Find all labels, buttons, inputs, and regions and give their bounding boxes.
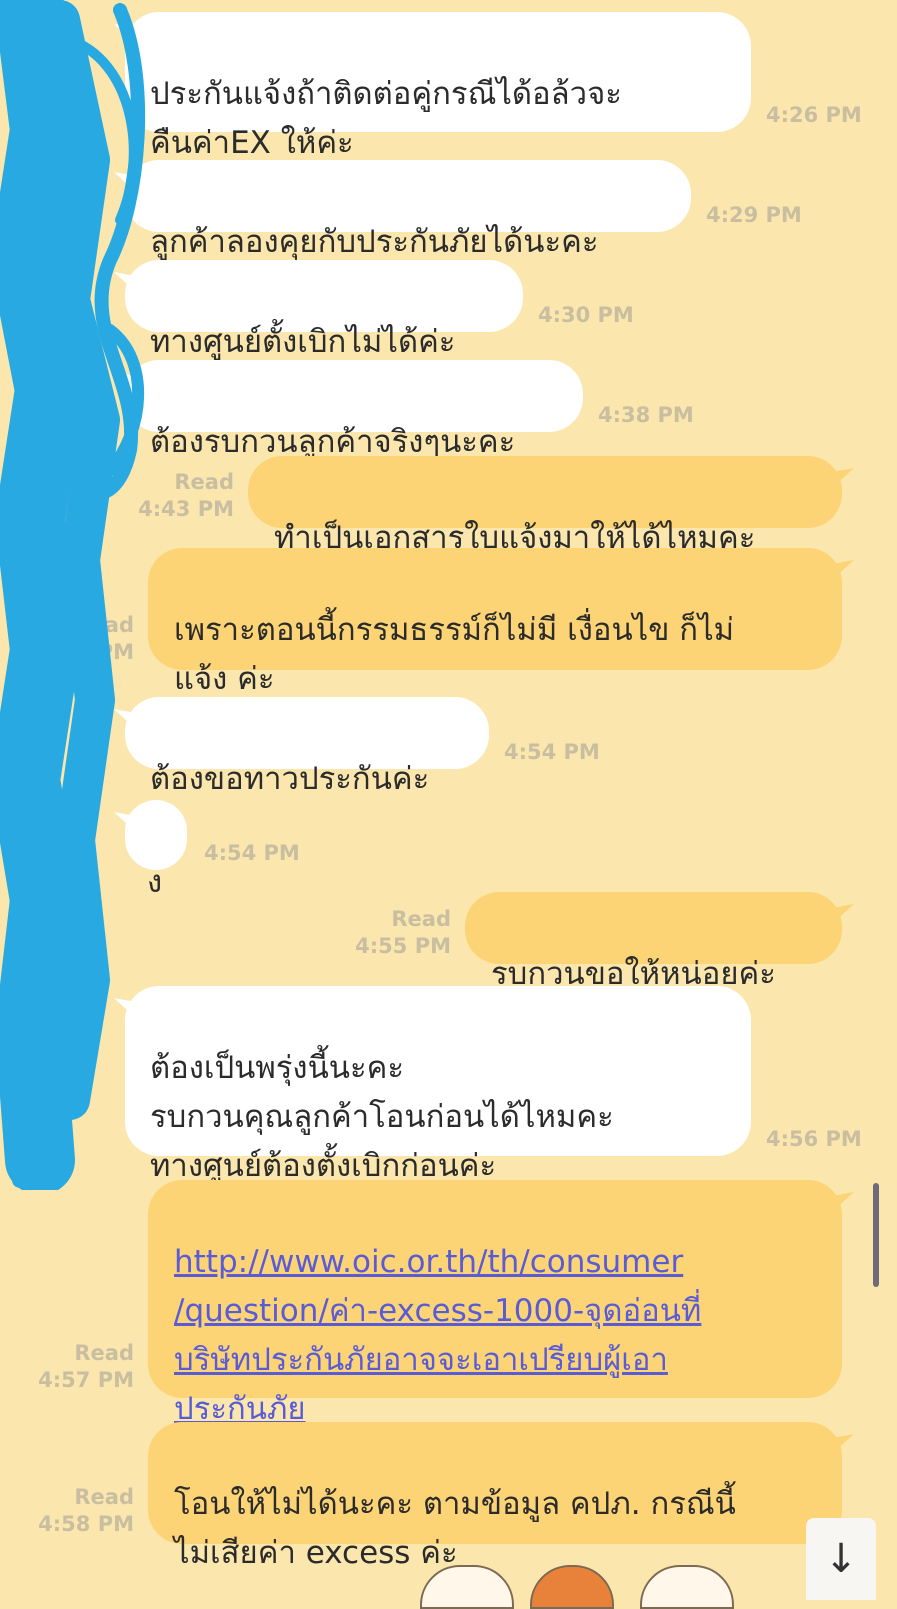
scrollbar[interactable] <box>873 1183 879 1287</box>
message-bubble-incoming[interactable]: ต้องเป็นพรุ่งนี้นะคะ รบกวนคุณลูกค้าโอนก่… <box>125 986 751 1184</box>
message-bubble-outgoing[interactable]: http://www.oic.or.th/th/consumer /questi… <box>148 1180 842 1427</box>
message-bubble-incoming[interactable]: ทางศูนย์ตั้งเบิกไม่ได้ค่ะ <box>125 260 523 360</box>
message-text: ต้องรบกวนลูกค้าจริงๆนะคะ <box>150 424 516 460</box>
message-timestamp: 4:55 PM <box>355 934 451 958</box>
read-receipt: Read 4:58 PM <box>30 1484 134 1538</box>
message-timestamp: 4:38 PM <box>598 403 694 427</box>
message-timestamp: 4:54 PM <box>204 841 300 865</box>
message-bubble-outgoing[interactable]: เพราะตอนนี้กรรมธรรม์ก็ไม่มี เงื่อนไข ก็ไ… <box>148 548 842 697</box>
message-bubble-incoming[interactable]: ลูกค้าลองคุยกับประกันภัยได้นะคะ <box>125 160 691 260</box>
message-text: เพราะตอนนี้กรรมธรรม์ก็ไม่มี เงื่อนไข ก็ไ… <box>174 612 735 697</box>
read-receipt: Read 4:57 PM <box>30 1340 134 1394</box>
message-text: ต้องเป็นพรุ่งนี้นะคะ รบกวนคุณลูกค้าโอนก่… <box>150 1050 614 1184</box>
read-receipt: Read 4:55 PM <box>340 906 451 960</box>
message-timestamp: 4:57 PM <box>38 1368 134 1392</box>
message-timestamp: 4:29 PM <box>706 203 802 227</box>
message-bubble-incoming[interactable]: ประกันแจ้งถ้าติดต่อคู่กรณีได้อล้วจะ คืนค… <box>125 12 751 161</box>
message-timestamp: 4:56 PM <box>766 1127 862 1151</box>
message-text: ประกันแจ้งถ้าติดต่อคู่กรณีได้อล้วจะ คืนค… <box>150 76 622 161</box>
read-label: Read <box>391 907 451 931</box>
sticker-preview[interactable] <box>640 1565 734 1609</box>
chat-view[interactable]: ประกันแจ้งถ้าติดต่อคู่กรณีได้อล้วจะ คืนค… <box>0 0 897 1609</box>
message-bubble-outgoing[interactable]: ทำเป็นเอกสารใบแจ้งมาให้ได้ไหมคะ <box>248 456 842 556</box>
message-text: ลูกค้าลองคุยกับประกันภัยได้นะคะ <box>150 224 599 260</box>
redaction-scribble <box>0 0 146 1190</box>
message-timestamp: 4:58 PM <box>38 1512 134 1536</box>
message-text: ทางศูนย์ตั้งเบิกไม่ได้ค่ะ <box>150 324 456 360</box>
message-timestamp: 4:30 PM <box>538 303 634 327</box>
message-bubble-outgoing[interactable]: รบกวนขอให้หน่อยค่ะ <box>465 892 842 992</box>
message-bubble-incoming[interactable]: ต้องขอทาวประกันค่ะ <box>125 697 489 797</box>
arrow-down-icon: ↓ <box>824 1536 858 1582</box>
message-bubble-outgoing[interactable]: โอนให้ไม่ได้นะคะ ตามข้อมูล คปภ. กรณีนี้ … <box>148 1422 842 1571</box>
sticker-preview[interactable] <box>530 1565 614 1609</box>
read-label: Read <box>74 1485 134 1509</box>
message-text: ต้องขอทาวประกันค่ะ <box>150 761 430 797</box>
message-bubble-incoming[interactable]: ต้องรบกวนลูกค้าจริงๆนะคะ <box>125 360 583 460</box>
message-text: โอนให้ไม่ได้นะคะ ตามข้อมูล คปภ. กรณีนี้ … <box>174 1486 736 1571</box>
read-label: Read <box>74 1341 134 1365</box>
message-timestamp: 4:26 PM <box>766 103 862 127</box>
message-timestamp: 4:54 PM <box>504 740 600 764</box>
message-link[interactable]: http://www.oic.or.th/th/consumer /questi… <box>174 1244 701 1427</box>
scroll-to-bottom-button[interactable]: ↓ <box>806 1518 876 1600</box>
